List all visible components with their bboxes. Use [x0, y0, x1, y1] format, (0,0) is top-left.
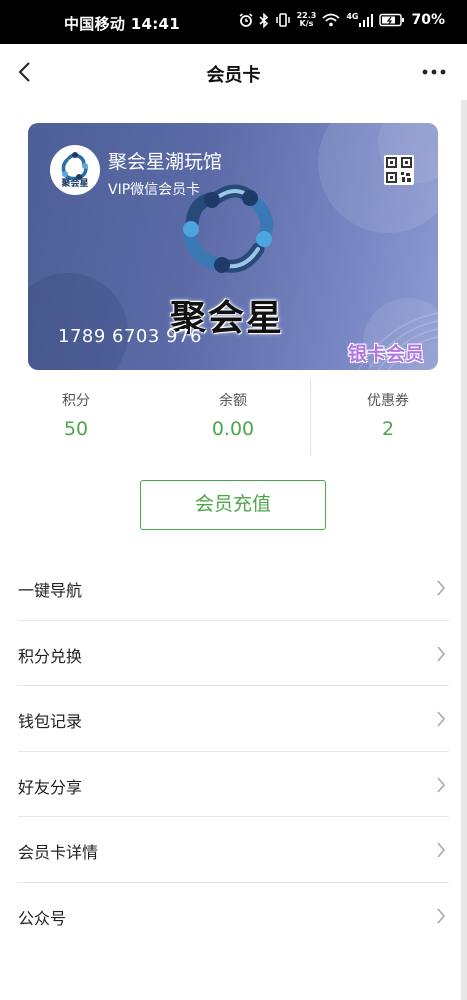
store-name: 聚会星潮玩馆	[108, 151, 223, 173]
stat-points[interactable]: 积分 50	[26, 375, 126, 460]
badge-text: 聚会星	[61, 179, 89, 189]
scrollbar[interactable]	[461, 100, 467, 1000]
stat-value: 0.00	[211, 418, 255, 440]
stat-value: 2	[381, 418, 395, 440]
vibrate-icon	[275, 13, 290, 27]
qr-code-icon[interactable]	[384, 155, 414, 185]
chevron-right-icon	[437, 645, 446, 662]
chevron-right-icon	[437, 580, 446, 596]
more-options-icon[interactable]	[419, 58, 449, 86]
stat-balance[interactable]: 余额 0.00	[183, 375, 283, 460]
stat-label: 积分	[62, 393, 90, 409]
status-icons: 22.3 K/s 4G 70%	[239, 12, 445, 28]
page-title: 会员卡	[206, 65, 261, 86]
card-level-label: 银卡会员	[347, 343, 424, 365]
menu-item-share[interactable]: 好友分享	[18, 752, 449, 817]
stat-label: 余额	[219, 393, 247, 409]
menu-item-label: 积分兑换	[18, 646, 83, 666]
menu-item-card-details[interactable]: 会员卡详情	[18, 817, 449, 883]
store-logo-badge: 聚会星	[50, 145, 100, 195]
card-number: 1789 6703 976	[58, 326, 202, 347]
menu-item-wallet-records[interactable]: 钱包记录	[18, 686, 449, 752]
chevron-right-icon	[437, 907, 446, 924]
chevron-right-icon	[437, 776, 446, 793]
menu-item-label: 一键导航	[18, 581, 83, 600]
battery-percent: 70%	[411, 12, 445, 28]
brand-star-logo	[183, 184, 274, 273]
alarm-icon	[239, 13, 253, 27]
status-bar: 中国移动 14:41 22.3 K/s 4G 70%	[0, 0, 467, 44]
signal-icon	[359, 13, 374, 27]
menu-list: 一键导航 积分兑换 钱包记录 好友分享 会员卡详情 公众号	[18, 555, 449, 948]
stat-value: 50	[63, 418, 89, 440]
chevron-right-icon	[437, 711, 446, 727]
bluetooth-icon	[259, 12, 268, 28]
stat-divider	[310, 380, 311, 455]
member-stats: 积分 50 余额 0.00 优惠券 2	[0, 375, 467, 460]
signal-badge: 4G	[346, 12, 359, 21]
menu-item-label: 公众号	[18, 908, 67, 928]
menu-item-points-exchange[interactable]: 积分兑换	[18, 621, 449, 686]
menu-item-label: 钱包记录	[18, 712, 83, 731]
member-card[interactable]: 聚会星 聚会星潮玩馆 VIP微信会员卡 聚会星 1789 6703 976 银卡…	[28, 123, 438, 370]
navigation-bar: 会员卡	[0, 44, 467, 100]
carrier-time: 中国移动 14:41	[64, 15, 180, 33]
menu-item-navigation[interactable]: 一键导航	[18, 555, 449, 621]
menu-item-official-account[interactable]: 公众号	[18, 883, 449, 949]
wifi-icon	[322, 13, 340, 27]
chevron-right-icon	[437, 842, 446, 858]
menu-item-label: 好友分享	[18, 777, 83, 797]
recharge-button[interactable]: 会员充值	[140, 480, 326, 530]
battery-icon	[379, 13, 405, 27]
stat-coupons[interactable]: 优惠券 2	[338, 375, 438, 460]
menu-item-label: 会员卡详情	[18, 843, 99, 862]
stat-label: 优惠券	[367, 393, 409, 409]
network-speed: 22.3 K/s	[296, 11, 317, 28]
